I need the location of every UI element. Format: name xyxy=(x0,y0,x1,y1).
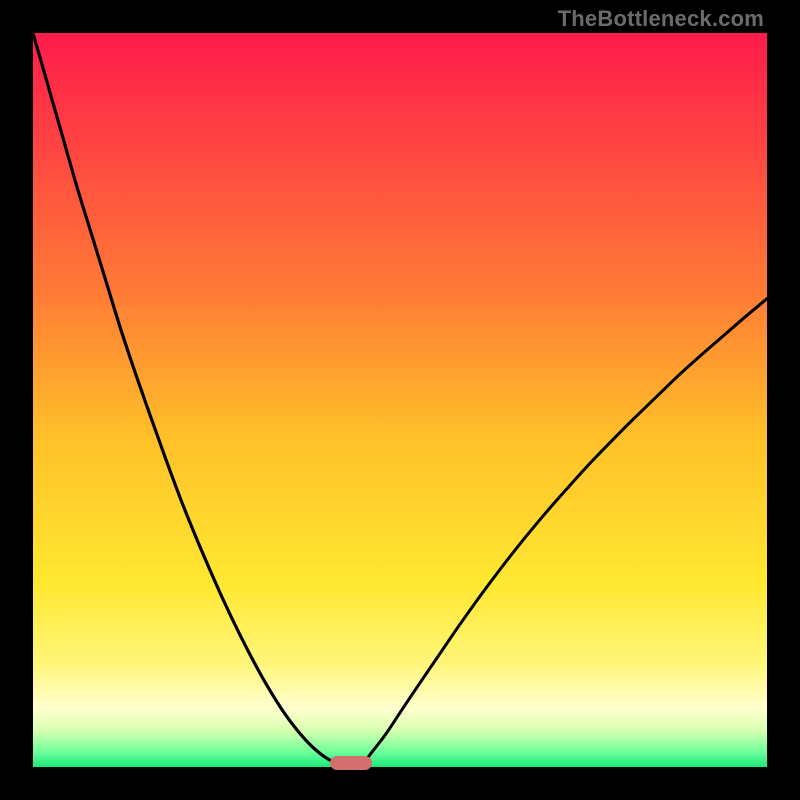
optimum-marker xyxy=(330,756,372,770)
watermark-text: TheBottleneck.com xyxy=(558,6,764,32)
curve-right-branch xyxy=(363,299,767,764)
curve-left-branch xyxy=(33,33,338,763)
curves-layer xyxy=(33,33,767,767)
chart-frame xyxy=(33,33,767,767)
plot-area xyxy=(33,33,767,767)
